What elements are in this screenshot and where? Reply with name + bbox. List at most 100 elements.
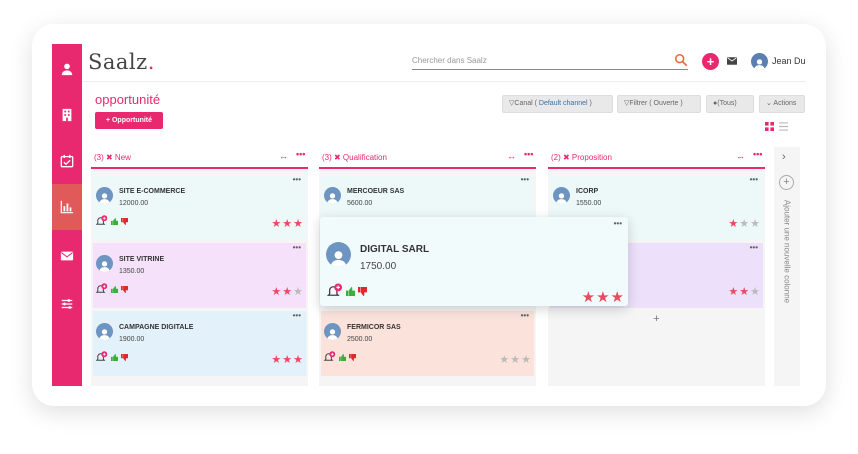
quick-add-button[interactable]: + (702, 53, 719, 70)
star-icon[interactable]: ★ (750, 287, 760, 298)
sidebar-item-calendar[interactable] (52, 138, 82, 184)
star-icon[interactable]: ★ (596, 290, 609, 305)
card-amount: 1750.00 (360, 261, 397, 272)
more-icon[interactable]: ••• (293, 311, 301, 320)
actions-button[interactable]: ⌄ Actions (759, 95, 805, 113)
card-rating[interactable]: ★ ★ ★ (582, 290, 624, 305)
card-actions (95, 215, 128, 227)
bell-alert-icon[interactable] (323, 351, 336, 363)
thumbs-down-icon[interactable] (121, 353, 128, 361)
status-filter-button[interactable]: ▽Filtrer ( Ouverte ) (617, 95, 701, 113)
expand-icon[interactable]: ↔ (279, 151, 288, 161)
more-icon[interactable]: ••• (293, 175, 301, 184)
star-icon[interactable]: ★ (282, 219, 292, 230)
star-icon[interactable]: ★ (271, 355, 281, 366)
star-icon[interactable]: ★ (282, 355, 292, 366)
sidebar-item-contacts[interactable] (52, 46, 82, 92)
star-icon[interactable]: ★ (499, 355, 509, 366)
bell-alert-icon[interactable] (95, 351, 108, 363)
thumbs-down-icon[interactable] (121, 285, 128, 293)
card-amount: 1900.00 (119, 336, 145, 343)
star-icon[interactable]: ★ (271, 219, 281, 230)
more-icon[interactable]: ••• (753, 149, 762, 159)
card-actions (95, 283, 128, 295)
card-name: SITE E-COMMERCE (119, 188, 186, 195)
thumbs-up-icon[interactable] (339, 353, 346, 361)
star-icon[interactable]: ★ (271, 287, 281, 298)
star-icon[interactable]: ★ (728, 287, 738, 298)
avatar (324, 187, 341, 204)
thumbs-up-icon[interactable] (111, 353, 118, 361)
user-menu[interactable]: Jean Dupont ⌄ (772, 56, 806, 67)
star-icon[interactable]: ★ (293, 287, 303, 298)
card-rating[interactable]: ★ ★ ★ (271, 355, 303, 366)
more-icon[interactable]: ••• (614, 219, 622, 228)
bell-alert-icon[interactable] (95, 283, 108, 295)
opportunity-card[interactable]: ••• SITE VITRINE 1350.00 ★ ★ ★ (93, 243, 306, 308)
star-icon[interactable]: ★ (739, 287, 749, 298)
user-avatar[interactable] (751, 53, 768, 70)
avatar (96, 255, 113, 272)
star-icon[interactable]: ★ (611, 290, 624, 305)
owner-filter-button[interactable]: ●(Tous) (706, 95, 754, 113)
expand-icon[interactable]: ↔ (736, 151, 745, 161)
sidebar-item-companies[interactable] (52, 92, 82, 138)
card-rating[interactable]: ★ ★ ★ (499, 355, 531, 366)
more-icon[interactable]: ••• (296, 149, 305, 159)
card-rating[interactable]: ★ ★ ★ (271, 219, 303, 230)
column-title: (2) ✖ Proposition (551, 153, 612, 162)
sidebar-item-settings[interactable] (52, 281, 82, 327)
app-logo[interactable]: Saalz. (88, 50, 155, 74)
star-icon[interactable]: ★ (293, 355, 303, 366)
sidebar-item-opportunities[interactable] (52, 184, 82, 230)
thumbs-up-icon[interactable] (111, 285, 118, 293)
star-icon[interactable]: ★ (739, 219, 749, 230)
thumbs-down-icon[interactable] (358, 286, 367, 296)
grid-view-icon[interactable] (765, 122, 774, 131)
star-icon[interactable]: ★ (510, 355, 520, 366)
chevron-right-icon[interactable]: › (782, 151, 786, 163)
sidebar-item-messages[interactable] (52, 233, 82, 279)
card-rating[interactable]: ★ ★ ★ (271, 287, 303, 298)
calendar-check-icon (60, 154, 74, 168)
add-opportunity-button[interactable]: + Opportunité (95, 112, 163, 129)
star-icon[interactable]: ★ (293, 219, 303, 230)
bell-alert-icon[interactable] (95, 215, 108, 227)
more-icon[interactable]: ••• (750, 243, 758, 252)
star-icon[interactable]: ★ (728, 219, 738, 230)
card-rating[interactable]: ★ ★ ★ (728, 287, 760, 298)
star-icon[interactable]: ★ (750, 219, 760, 230)
dragged-opportunity-card[interactable]: ••• DIGITAL SARL 1750.00 ★ ★ ★ (320, 217, 628, 306)
thumbs-up-icon[interactable] (111, 217, 118, 225)
channel-filter-button[interactable]: ▽Canal ( Default channel ) (502, 95, 613, 113)
more-icon[interactable]: ••• (293, 243, 301, 252)
star-icon[interactable]: ★ (582, 290, 595, 305)
mail-icon[interactable] (727, 57, 737, 65)
thumbs-down-icon[interactable] (349, 353, 356, 361)
more-icon[interactable]: ••• (524, 149, 533, 159)
search-input[interactable]: Chercher dans Saalz (412, 54, 688, 70)
more-icon[interactable]: ••• (521, 175, 529, 184)
star-icon[interactable]: ★ (282, 287, 292, 298)
add-card-button[interactable]: + (548, 313, 765, 325)
user-icon (327, 329, 338, 340)
thumbs-up-icon[interactable] (346, 286, 355, 296)
opportunity-card[interactable]: ••• CAMPAGNE DIGITALE 1900.00 ★ ★ ★ (93, 311, 306, 376)
card-amount: 2500.00 (347, 336, 373, 343)
add-column-panel[interactable]: › + Ajouter une nouvelle colonne (774, 147, 800, 386)
list-view-icon[interactable] (779, 122, 788, 131)
opportunity-card[interactable]: ••• SITE E-COMMERCE 12000.00 ★ ★ ★ (93, 175, 306, 240)
avatar (326, 242, 351, 267)
more-icon[interactable]: ••• (521, 311, 529, 320)
search-icon[interactable] (674, 53, 688, 67)
expand-icon[interactable]: ↔ (507, 151, 516, 161)
card-actions (323, 351, 356, 363)
card-rating[interactable]: ★ ★ ★ (728, 219, 760, 230)
opportunity-card[interactable]: ••• FERMICOR SAS 2500.00 ★ ★ ★ (321, 311, 534, 376)
thumbs-down-icon[interactable] (121, 217, 128, 225)
more-icon[interactable]: ••• (750, 175, 758, 184)
bell-alert-icon[interactable] (326, 283, 343, 299)
add-column-button[interactable]: + (779, 175, 794, 190)
add-column-label: Ajouter une nouvelle colonne (782, 199, 792, 304)
star-icon[interactable]: ★ (521, 355, 531, 366)
